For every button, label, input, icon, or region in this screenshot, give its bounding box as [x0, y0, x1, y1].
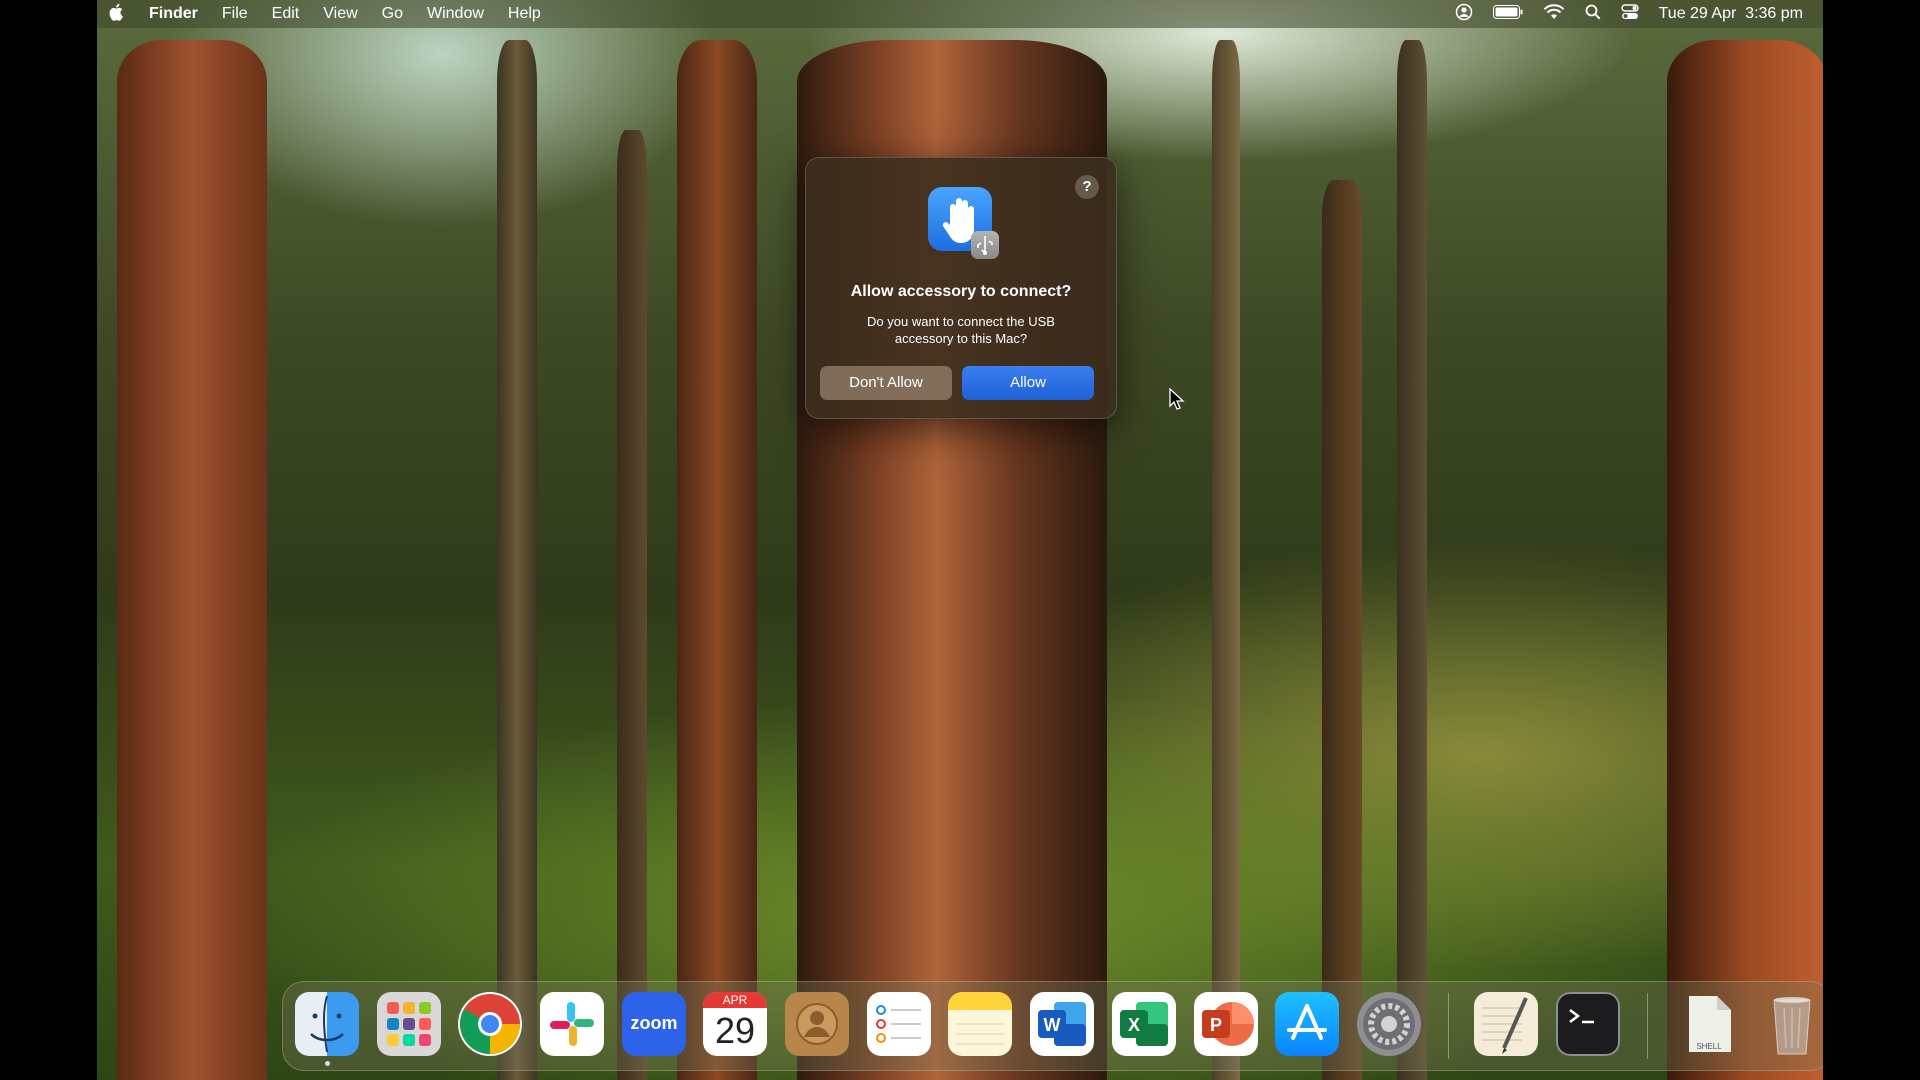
- menu-window[interactable]: Window: [415, 5, 496, 23]
- desktop-screen: Finder File Edit View Go Window Help Tue…: [97, 0, 1823, 1080]
- search-icon[interactable]: [1585, 4, 1601, 25]
- dialog-message: Do you want to connect the USB accessory…: [867, 314, 1055, 346]
- control-center-icon[interactable]: [1620, 3, 1639, 25]
- dock: zoom APR 29 W X P SHELL: [282, 981, 1823, 1071]
- menu-go[interactable]: Go: [370, 5, 415, 23]
- tree-trunk: [1667, 40, 1823, 1080]
- menu-edit[interactable]: Edit: [260, 5, 312, 23]
- menubar-clock[interactable]: Tue 29 Apr 3:36 pm: [1659, 5, 1803, 23]
- word-app-icon[interactable]: W: [1030, 992, 1094, 1056]
- contacts-app-icon[interactable]: [785, 992, 849, 1056]
- wifi-icon[interactable]: [1543, 3, 1565, 25]
- zoom-app-icon[interactable]: zoom: [622, 992, 686, 1056]
- running-indicator: [325, 1061, 330, 1066]
- shell-script-file-icon[interactable]: SHELL: [1677, 992, 1741, 1056]
- system-settings-app-icon[interactable]: [1357, 992, 1421, 1056]
- reminders-app-icon[interactable]: [867, 992, 931, 1056]
- tree-trunk: [1397, 40, 1427, 1080]
- launchpad-app-icon[interactable]: [377, 992, 441, 1056]
- menu-help[interactable]: Help: [496, 5, 553, 23]
- calendar-day: 29: [714, 1010, 756, 1051]
- apple-menu-icon[interactable]: [97, 3, 137, 26]
- slack-app-icon[interactable]: [540, 992, 604, 1056]
- dock-separator: [1647, 993, 1648, 1059]
- tree-trunk: [617, 130, 647, 1080]
- menu-bar: Finder File Edit View Go Window Help Tue…: [97, 0, 1823, 28]
- tree-trunk: [1212, 40, 1240, 1080]
- calendar-month: APR: [703, 992, 767, 1008]
- dock-separator: [1448, 993, 1449, 1059]
- svg-text:W: W: [1044, 1015, 1061, 1035]
- tree-trunk: [677, 40, 757, 1080]
- menu-file[interactable]: File: [210, 5, 260, 23]
- textedit-app-icon[interactable]: [1474, 992, 1538, 1056]
- zoom-label: zoom: [630, 1013, 678, 1033]
- allow-button[interactable]: Allow: [962, 366, 1094, 400]
- app-store-app-icon[interactable]: [1275, 992, 1339, 1056]
- finder-app-icon[interactable]: [295, 992, 359, 1056]
- powerpoint-app-icon[interactable]: P: [1194, 992, 1258, 1056]
- dialog-title: Allow accessory to connect?: [850, 283, 1072, 300]
- terminal-app-icon[interactable]: [1556, 992, 1620, 1056]
- tree-trunk: [497, 40, 537, 1080]
- calendar-app-icon[interactable]: APR 29: [703, 992, 767, 1056]
- tree-trunk: [1322, 180, 1362, 1080]
- excel-app-icon[interactable]: X: [1112, 992, 1176, 1056]
- svg-text:X: X: [1128, 1015, 1140, 1035]
- user-icon[interactable]: [1455, 3, 1473, 26]
- mouse-cursor-icon: [1169, 387, 1185, 415]
- tree-trunk: [117, 40, 267, 1080]
- chrome-app-icon[interactable]: [458, 992, 522, 1056]
- shell-label: SHELL: [1696, 1042, 1722, 1051]
- svg-text:P: P: [1210, 1015, 1222, 1035]
- help-button[interactable]: ?: [1075, 175, 1099, 199]
- notes-app-icon[interactable]: [948, 992, 1012, 1056]
- menu-view[interactable]: View: [311, 5, 369, 23]
- menu-app-name[interactable]: Finder: [137, 5, 210, 23]
- usb-accessory-dialog: ? Allow accessory to connect? Do you wan…: [805, 157, 1117, 419]
- trash-icon[interactable]: [1760, 992, 1823, 1056]
- dont-allow-button[interactable]: Don't Allow: [820, 366, 952, 400]
- battery-icon[interactable]: [1492, 4, 1523, 24]
- usb-badge-icon: [971, 231, 999, 259]
